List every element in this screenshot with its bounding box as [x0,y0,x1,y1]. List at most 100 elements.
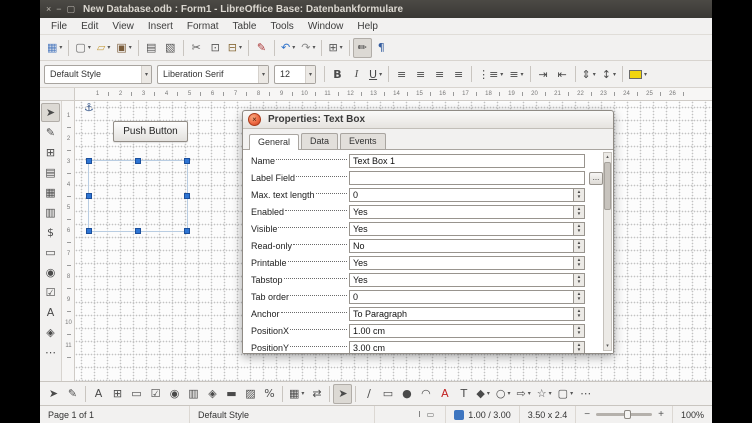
align-justify-button[interactable]: ≡ [449,64,468,84]
cut-button[interactable]: ✂ [187,38,206,58]
field-max-text-length[interactable]: 0▲▼ [349,188,585,202]
chevron-down-icon[interactable]: ▾ [59,44,62,51]
font-size-combo[interactable]: 12 ▾ [274,65,316,84]
menu-window[interactable]: Window [301,20,351,33]
spinner-buttons[interactable]: ▲▼ [573,240,584,252]
new-document-button[interactable]: ▢▾ [72,38,93,58]
chevron-down-icon[interactable]: ▾ [593,71,596,78]
zoom-in-button[interactable]: + [658,409,664,420]
selection-handle-nw[interactable] [86,158,92,164]
selected-text-box-control[interactable] [88,160,188,232]
tab-general[interactable]: General [249,134,299,150]
page-status[interactable]: Page 1 of 1 [40,406,190,423]
tab-data[interactable]: Data [301,133,338,149]
chevron-down-icon[interactable]: ▾ [521,71,524,78]
field-tab-order[interactable]: 0▲▼ [349,290,585,304]
bold-button[interactable]: B [328,64,347,84]
scroll-down-icon[interactable]: ▾ [606,342,609,350]
more-controls-button[interactable]: ⋯ [41,343,60,362]
field-name[interactable]: Text Box 1 [349,154,585,168]
chevron-down-icon[interactable]: ▾ [305,66,315,83]
group-box-button[interactable]: ⊞ [108,384,127,404]
selection-handle-ne[interactable] [184,158,190,164]
align-left-button[interactable]: ≡ [392,64,411,84]
print-preview-button[interactable]: ▧ [161,38,180,58]
italic-button[interactable]: I [347,64,366,84]
dialog-scrollbar[interactable]: ▴ ▾ [603,152,612,351]
zoom-thumb[interactable] [624,410,631,419]
spinner-buttons[interactable]: ▲▼ [573,189,584,201]
field-read-only[interactable]: No▲▼ [349,239,585,253]
chevron-down-icon[interactable]: ▾ [88,44,91,51]
paste-button[interactable]: ⊟▾ [225,38,245,58]
zoom-percent[interactable]: 100% [673,406,712,423]
selection-handle-e[interactable] [184,193,190,199]
label-field-button[interactable]: A [41,303,60,322]
font-name-combo[interactable]: Liberation Serif ▾ [157,65,269,84]
stars-banners-button[interactable]: ☆▾ [534,384,555,404]
check-box-button[interactable]: ☑ [146,384,165,404]
clone-formatting-button[interactable]: ✎ [252,38,271,58]
zoom-track[interactable] [596,413,652,416]
zoom-slider[interactable]: − + [576,406,673,423]
redo-button[interactable]: ↷▾ [298,38,318,58]
table-control-button[interactable]: ▦▾ [286,384,307,404]
check-box-button[interactable]: ☑ [41,283,60,302]
ordered-list-button[interactable]: ≡▾ [506,64,526,84]
new-form-button[interactable]: ▦▾ [44,38,65,58]
font-color-button[interactable]: A [435,384,454,404]
paragraph-style-combo[interactable]: Default Style ▾ [44,65,152,84]
design-mode-button[interactable]: ✏ [353,38,372,58]
field-anchor[interactable]: To Paragraph▲▼ [349,307,585,321]
option-button-button[interactable]: ◉ [165,384,184,404]
increase-indent-button[interactable]: ⇥ [534,64,553,84]
browse-button[interactable]: ... [589,172,603,185]
combo-box-button[interactable]: ◈ [203,384,222,404]
field-positionx[interactable]: 1.00 cm▲▼ [349,324,585,338]
print-button[interactable]: ▤ [142,38,161,58]
spinner-buttons[interactable]: ▲▼ [573,342,584,353]
spinner-buttons[interactable]: ▲▼ [573,325,584,337]
close-window-button[interactable]: × [46,5,51,14]
menu-file[interactable]: File [44,20,74,33]
label-field-button[interactable]: A [89,384,108,404]
push-button-control[interactable]: Push Button [113,121,188,142]
block-arrows-button[interactable]: ⇨▾ [514,384,534,404]
selection-handle-s[interactable] [135,228,141,234]
text-box-button[interactable]: ▭ [127,384,146,404]
unordered-list-button[interactable]: ⋮≡▾ [475,64,506,84]
object-size-status[interactable]: 3.50 x 2.4 [520,406,577,423]
chevron-down-icon[interactable]: ▾ [340,44,343,51]
push-button-button[interactable]: ▬ [222,384,241,404]
chevron-down-icon[interactable]: ▾ [570,390,573,397]
menu-edit[interactable]: Edit [74,20,105,33]
save-button[interactable]: ▣▾ [113,38,134,58]
draw-button[interactable]: ✎ [41,123,60,142]
chevron-down-icon[interactable]: ▾ [549,390,552,397]
decrease-indent-button[interactable]: ⇤ [553,64,572,84]
field-visible[interactable]: Yes▲▼ [349,222,585,236]
titlebar[interactable]: ×−▢ New Database.odb : Form1 - LibreOffi… [40,0,712,18]
chevron-down-icon[interactable]: ▾ [644,71,647,78]
more-button[interactable]: ⋯ [576,384,595,404]
minimize-window-button[interactable]: − [56,5,61,14]
chevron-down-icon[interactable]: ▾ [258,66,268,83]
chevron-down-icon[interactable]: ▾ [129,44,132,51]
chevron-down-icon[interactable]: ▾ [141,66,151,83]
callouts-button[interactable]: ▢▾ [555,384,576,404]
formatting-marks-button[interactable]: ¶ [372,38,391,58]
basic-shapes-button[interactable]: ◆▾ [473,384,492,404]
select-control-button[interactable]: ➤ [44,384,63,404]
horizontal-ruler[interactable]: 1234567891011121314151617181920212223242… [75,88,712,101]
page-style-status[interactable]: Default Style [190,406,375,423]
mode-status[interactable]: I ▭ [407,406,446,423]
selection-handle-sw[interactable] [86,228,92,234]
open-button[interactable]: ▱▾ [94,38,113,58]
field-label-field[interactable] [349,171,585,185]
combo-box-button[interactable]: ◈ [41,323,60,342]
insert-text-button[interactable]: T [454,384,473,404]
select-drawing-button[interactable]: ➤ [333,384,352,404]
symbol-shapes-button[interactable]: ○▾ [493,384,514,404]
spinner-buttons[interactable]: ▲▼ [573,274,584,286]
draw-button[interactable]: ✎ [63,384,82,404]
